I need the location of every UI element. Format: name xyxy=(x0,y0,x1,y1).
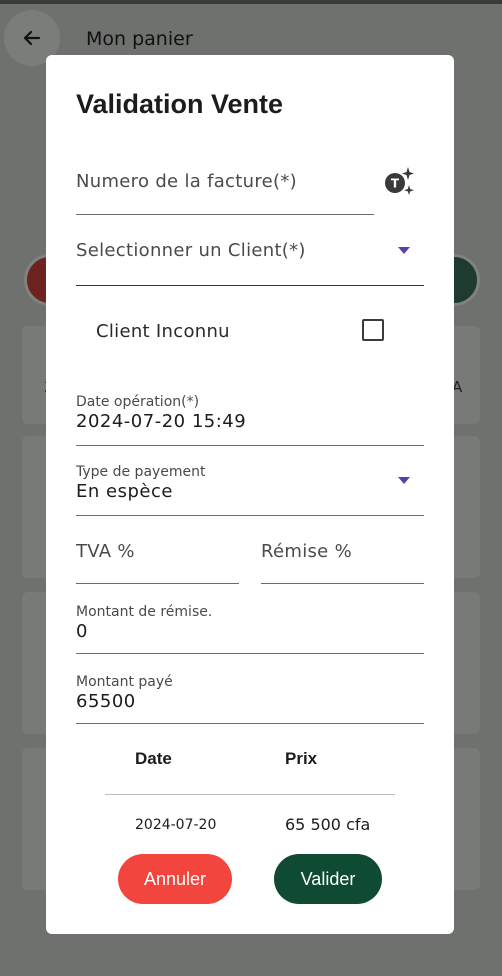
payment-type-label: Type de payement xyxy=(76,464,206,480)
client-select-placeholder: Selectionner un Client(*) xyxy=(76,240,306,261)
payment-type-value: En espèce xyxy=(76,481,173,502)
dialog-title: Validation Vente xyxy=(76,89,284,119)
table-divider xyxy=(105,794,395,795)
cancel-button[interactable]: Annuler xyxy=(118,854,232,904)
triangle-down-icon xyxy=(398,477,410,484)
status-bar xyxy=(0,0,502,4)
tva-field[interactable]: TVA % xyxy=(76,529,239,584)
payment-type-select[interactable]: Type de payement En espèce xyxy=(76,461,424,516)
operation-date-field[interactable]: Date opération(*) 2024-07-20 15:49 xyxy=(76,391,424,446)
table-cell-price: 65 500 cfa xyxy=(285,815,371,834)
tva-placeholder: TVA % xyxy=(76,541,135,562)
paid-amount-value: 65500 xyxy=(76,691,136,712)
paid-amount-field[interactable]: Montant payé 65500 xyxy=(76,669,424,724)
client-select[interactable]: Selectionner un Client(*) xyxy=(76,231,424,286)
table-cell-date: 2024-07-20 xyxy=(135,817,217,833)
validate-button[interactable]: Valider xyxy=(274,854,382,904)
validation-dialog: Validation Vente Numero de la facture(*)… xyxy=(46,55,454,934)
arrow-left-icon xyxy=(23,30,41,46)
triangle-down-icon xyxy=(398,247,410,254)
operation-date-label: Date opération(*) xyxy=(76,394,200,410)
table-header-price: Prix xyxy=(285,749,318,768)
remise-placeholder: Rémise % xyxy=(261,541,352,562)
discount-amount-label: Montant de rémise. xyxy=(76,604,213,620)
discount-amount-field[interactable]: Montant de rémise. 0 xyxy=(76,599,424,654)
paid-amount-label: Montant payé xyxy=(76,674,173,690)
discount-amount-value: 0 xyxy=(76,621,88,642)
table-header-date: Date xyxy=(135,749,172,768)
invoice-number-placeholder: Numero de la facture(*) xyxy=(76,171,297,192)
invoice-number-field[interactable]: Numero de la facture(*) xyxy=(76,159,374,215)
operation-date-value: 2024-07-20 15:49 xyxy=(76,411,247,432)
svg-text:T: T xyxy=(391,177,400,191)
unknown-client-checkbox[interactable] xyxy=(362,319,384,341)
remise-field[interactable]: Rémise % xyxy=(261,529,424,584)
page-title: Mon panier xyxy=(86,28,193,50)
unknown-client-label: Client Inconnu xyxy=(96,321,230,342)
sparkle-t-icon[interactable]: T xyxy=(382,165,416,199)
